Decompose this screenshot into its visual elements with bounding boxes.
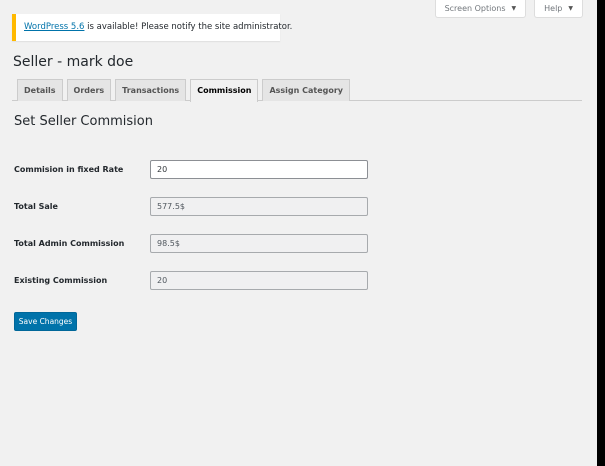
tab-assign-category[interactable]: Assign Category xyxy=(262,79,351,101)
tab-commission[interactable]: Commission xyxy=(190,79,259,102)
screen-options-button[interactable]: Screen Options ▼ xyxy=(434,0,527,18)
fixed-rate-label: Commision in fixed Rate xyxy=(14,165,124,174)
help-button[interactable]: Help ▼ xyxy=(534,0,583,18)
tab-transactions[interactable]: Transactions xyxy=(115,79,187,101)
caret-down-icon: ▼ xyxy=(511,4,517,12)
seller-tabs: Details Orders Transactions Commission A… xyxy=(12,79,582,102)
tab-details[interactable]: Details xyxy=(17,79,63,101)
save-changes-button[interactable]: Save Changes xyxy=(14,312,77,331)
fixed-rate-input[interactable]: 20 xyxy=(150,160,368,179)
section-title: Set Seller Commision xyxy=(14,114,153,129)
notice-message: is available! Please notify the site adm… xyxy=(84,22,293,32)
admin-page: Screen Options ▼ Help ▼ WordPress 5.6 is… xyxy=(0,0,597,466)
total-sale-label: Total Sale xyxy=(14,202,58,211)
existing-commission-field: 20 xyxy=(150,271,368,290)
wordpress-update-link[interactable]: WordPress 5.6 xyxy=(24,22,84,32)
total-admin-commission-field: 98.5$ xyxy=(150,234,368,253)
page-title: Seller - mark doe xyxy=(13,54,134,70)
tab-orders[interactable]: Orders xyxy=(66,79,112,101)
existing-commission-label: Existing Commission xyxy=(14,276,108,285)
screen-meta-links: Screen Options ▼ Help ▼ xyxy=(434,0,583,18)
total-admin-commission-label: Total Admin Commission xyxy=(14,239,125,248)
total-sale-field: 577.5$ xyxy=(150,197,368,216)
help-label: Help xyxy=(544,3,563,13)
screen-options-label: Screen Options xyxy=(444,3,506,13)
update-notice: WordPress 5.6 is available! Please notif… xyxy=(12,14,292,41)
caret-down-icon: ▼ xyxy=(568,4,573,12)
